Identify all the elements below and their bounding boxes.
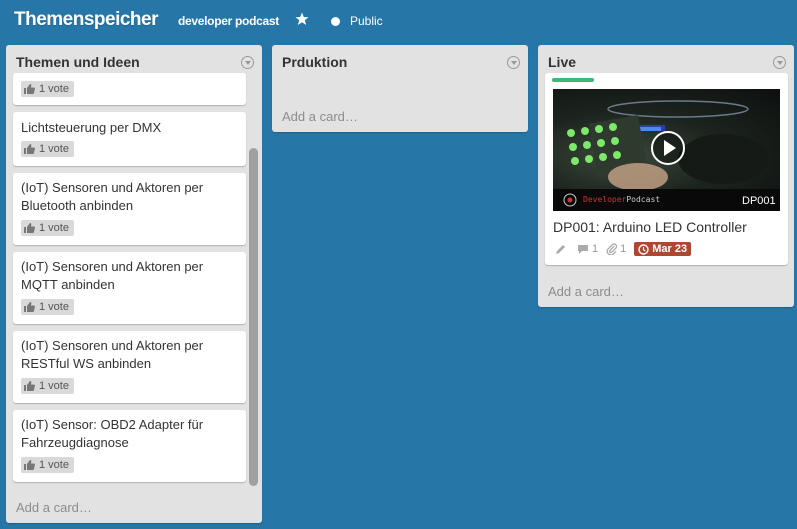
public-dot-icon	[331, 16, 340, 26]
pencil-icon	[556, 244, 565, 254]
list-menu-icon[interactable]	[507, 56, 520, 69]
vote-badge: 1 vote	[21, 141, 74, 157]
comment-icon	[578, 244, 588, 254]
vote-badge: 1 vote	[21, 81, 74, 97]
card-title: DP001: Arduino LED Controller	[553, 219, 747, 235]
list-title[interactable]: Live	[548, 54, 576, 70]
card-title-line: (IoT) Sensor: OBD2 Adapter für	[21, 417, 204, 432]
comments-badge: 1	[577, 243, 598, 255]
card-title-line: Fahrzeugdiagnose	[21, 435, 129, 450]
board-header: Themenspeicher developer podcast Public	[0, 0, 797, 42]
card-title: Lichtsteuerung per DMX	[21, 120, 162, 135]
list-card[interactable]: Lichtsteuerung per DMX 1 vote	[13, 112, 246, 166]
vote-badge: 1 vote	[21, 457, 74, 473]
card-title-line: RESTful WS anbinden	[21, 356, 152, 371]
card-title-line: MQTT anbinden	[21, 277, 115, 292]
card-title-line: (IoT) Sensoren und Aktoren per	[21, 338, 204, 353]
add-card-link[interactable]: Add a card…	[548, 284, 624, 299]
card-title-line: (IoT) Sensoren und Aktoren per	[21, 180, 204, 195]
add-card-link[interactable]: Add a card…	[16, 500, 92, 515]
thumbs-up-icon	[24, 381, 35, 391]
list-card[interactable]: (IoT) Sensoren und Aktoren per RESTful W…	[13, 331, 246, 403]
vote-badge: 1 vote	[21, 220, 74, 236]
org-name[interactable]: developer podcast	[178, 14, 279, 28]
list-card[interactable]: (IoT) Sensoren und Aktoren per Bluetooth…	[13, 173, 246, 245]
add-card-link[interactable]: Add a card…	[282, 109, 358, 124]
list-scrollbar[interactable]	[249, 148, 258, 486]
card-title-line: Bluetooth anbinden	[21, 198, 134, 213]
due-date-badge: Mar 23	[634, 242, 692, 256]
list-title[interactable]: Prduktion	[282, 54, 347, 70]
list-menu-icon[interactable]	[773, 56, 786, 69]
card-label	[552, 78, 594, 82]
thumbs-up-icon	[24, 223, 35, 233]
star-icon[interactable]	[295, 12, 309, 26]
attachments-badge: 1	[606, 243, 626, 255]
list-title[interactable]: Themen und Ideen	[16, 54, 140, 70]
visibility-label: Public	[350, 14, 383, 28]
cover-logo-text: DeveloperPodcast	[583, 195, 661, 204]
list-card[interactable]: (IoT) Sensor: OBD2 Adapter für Fahrzeugd…	[13, 410, 246, 482]
vote-badge: 1 vote	[21, 299, 74, 315]
paperclip-icon	[606, 243, 618, 255]
thumbs-up-icon	[24, 460, 35, 470]
play-icon[interactable]	[651, 131, 685, 165]
board-title[interactable]: Themenspeicher	[14, 9, 159, 31]
thumbs-up-icon	[24, 144, 35, 154]
card-badges: 1 1 Mar 23	[555, 240, 692, 258]
cover-episode-code: DP001	[742, 195, 776, 207]
description-badge	[555, 244, 569, 255]
thumbs-up-icon	[24, 302, 35, 312]
list-card[interactable]: (IoT) Sensoren und Aktoren per MQTT anbi…	[13, 252, 246, 324]
vote-badge: 1 vote	[21, 378, 74, 394]
list-menu-icon[interactable]	[241, 56, 254, 69]
list-card[interactable]: 1 vote	[13, 73, 246, 105]
clock-icon	[638, 243, 649, 255]
card-cover-image[interactable]: DeveloperPodcast DP001	[553, 89, 780, 211]
thumbs-up-icon	[24, 84, 35, 94]
visibility-button[interactable]: Public	[331, 14, 383, 28]
card-title-line: (IoT) Sensoren und Aktoren per	[21, 259, 204, 274]
podcast-logo-icon	[563, 193, 577, 207]
